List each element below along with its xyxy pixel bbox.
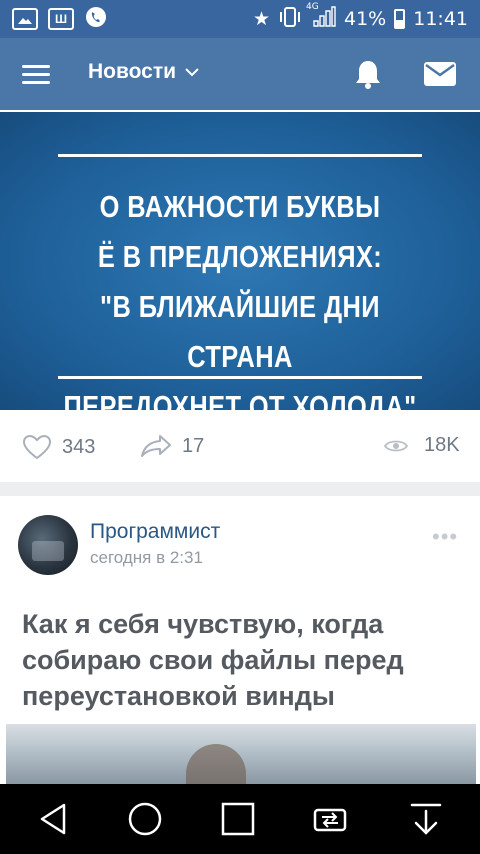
menu-icon[interactable]: [22, 65, 50, 85]
heart-icon: [22, 434, 52, 460]
share-count: 17: [182, 434, 205, 457]
bell-icon[interactable]: [352, 58, 384, 90]
post-image[interactable]: [6, 724, 476, 784]
feed-divider: [0, 482, 480, 496]
post-image-poster[interactable]: О ВАЖНОСТИ БУКВЫ Ё В ПРЕДЛОЖЕНИЯХ: "В БЛ…: [0, 112, 480, 424]
system-nav-bar: [0, 784, 480, 854]
poster-line: Ё В ПРЕДЛОЖЕНИЯХ:: [97, 239, 383, 274]
signal-icon: 4G: [306, 2, 336, 33]
post-author[interactable]: Программист: [90, 520, 220, 544]
status-bar: Ш ★ 4G 41% 11:41: [0, 0, 480, 38]
poster-bottom-line: [58, 376, 422, 379]
back-icon[interactable]: [36, 801, 72, 837]
vibrate-icon: [278, 6, 302, 33]
star-icon: ★: [252, 8, 270, 30]
switch-apps-icon[interactable]: [312, 801, 348, 837]
poster-top-line: [58, 154, 422, 157]
chevron-down-icon: [185, 68, 199, 77]
avatar[interactable]: [18, 515, 78, 575]
views-counter: 18K: [384, 434, 460, 457]
network-type: 4G: [306, 1, 319, 12]
post-text: Как я себя чувствую, когда собираю свои …: [22, 609, 404, 711]
app-bar: Новости: [0, 38, 480, 110]
image-icon: [12, 8, 38, 30]
hide-nav-icon[interactable]: [408, 801, 444, 837]
mail-icon[interactable]: [424, 62, 456, 86]
clock: 11:41: [413, 8, 468, 30]
viber-icon: [84, 5, 108, 34]
shazam-icon: Ш: [48, 8, 74, 30]
battery-percent: 41%: [344, 8, 387, 30]
poster-text: О ВАЖНОСТИ БУКВЫ Ё В ПРЕДЛОЖЕНИЯХ: "В БЛ…: [60, 182, 421, 432]
poster-line: О ВАЖНОСТИ БУКВЫ: [99, 189, 381, 224]
more-options-icon[interactable]: •••: [432, 524, 458, 550]
feed-selector[interactable]: Новости: [88, 60, 200, 84]
like-button[interactable]: 343: [22, 434, 95, 460]
post-header: Программист сегодня в 2:31 •••: [0, 496, 480, 586]
feed-title: Новости: [88, 60, 177, 83]
share-button[interactable]: 17: [140, 434, 204, 458]
home-icon[interactable]: [127, 801, 163, 837]
like-count: 343: [62, 435, 96, 458]
view-count: 18K: [424, 434, 460, 456]
post-time[interactable]: сегодня в 2:31: [90, 548, 203, 568]
battery-icon: [394, 9, 406, 29]
eye-icon: [384, 440, 408, 451]
share-arrow-icon: [141, 435, 171, 457]
recents-icon[interactable]: [220, 801, 256, 837]
post-actions: 343 17 18K: [0, 412, 480, 480]
poster-line: "В БЛИЖАЙШИЕ ДНИ СТРАНА: [100, 289, 380, 374]
